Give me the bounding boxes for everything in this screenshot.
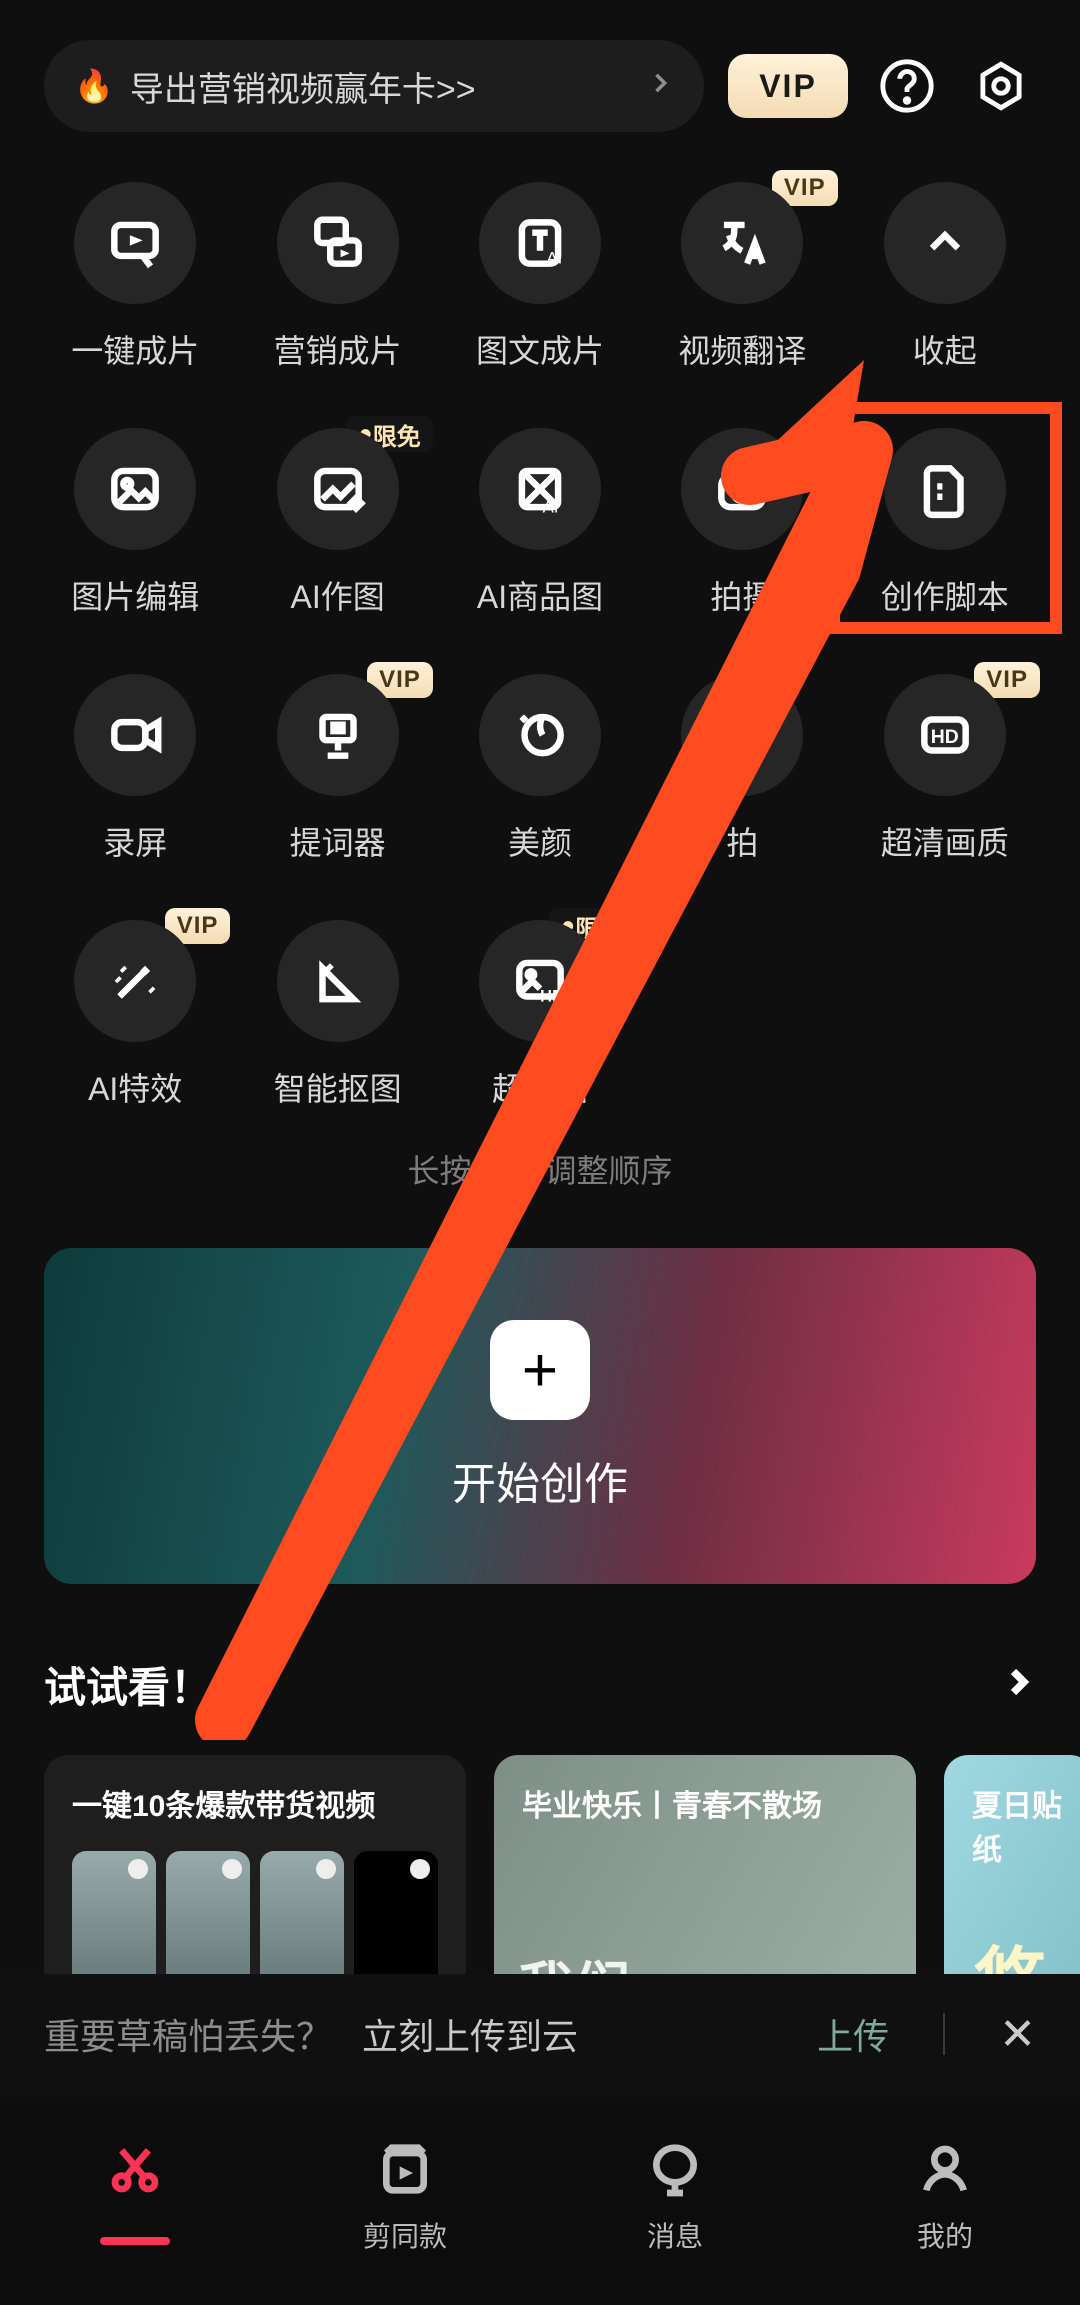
tool-label: 创作脚本 <box>881 572 1009 618</box>
tool-label: 图文成片 <box>476 326 604 372</box>
tool-label: 拍 <box>726 818 758 864</box>
tool-label: 营销成片 <box>274 326 402 372</box>
tool-label: 视频翻译 <box>678 326 806 372</box>
nav-label: 消息 <box>647 2215 703 2255</box>
tool-label: 录屏 <box>103 818 167 864</box>
banner-label: 开始创作 <box>452 1448 628 1512</box>
help-button[interactable] <box>872 51 942 121</box>
tool-shoot[interactable]: 拍摄 <box>641 428 843 618</box>
tool-hd-quality[interactable]: VIP HD 超清画质 <box>844 674 1046 864</box>
tool-teleprompter[interactable]: VIP 提词器 <box>236 674 438 864</box>
tool-label: 图片编辑 <box>71 572 199 618</box>
card-title: 夏日贴纸 <box>972 1781 1066 1869</box>
promo-text: 导出营销视频赢年卡>> <box>130 62 476 111</box>
promo-pill[interactable]: 🔥 导出营销视频赢年卡>> <box>44 40 704 132</box>
vip-badge[interactable]: VIP <box>728 54 848 118</box>
upload-action[interactable]: 上传 <box>817 2008 889 2060</box>
tool-script[interactable]: 创作脚本 <box>844 428 1046 618</box>
tool-label: AI作图 <box>290 572 384 618</box>
tool-label: 美颜 <box>508 818 572 864</box>
divider <box>943 2013 945 2055</box>
chevron-right-icon[interactable] <box>1000 1664 1036 1705</box>
nav-label: 剪同款 <box>363 2215 447 2255</box>
upload-bar: 重要草稿怕丢失？ 立刻上传到云 上传 ✕ <box>0 1974 1080 2094</box>
upload-msg: 重要草稿怕丢失？ <box>44 2008 332 2060</box>
try-title: 试试看！ <box>44 1654 212 1715</box>
tool-label: 智能抠图 <box>274 1064 402 1110</box>
svg-text:AI: AI <box>543 497 559 516</box>
tool-label: AI特效 <box>88 1064 182 1110</box>
tool-screen-record[interactable]: 录屏 <box>34 674 236 864</box>
tool-photo-edit[interactable]: 图片编辑 <box>34 428 236 618</box>
plus-icon: + <box>490 1320 590 1420</box>
upload-link[interactable]: 立刻上传到云 <box>362 2008 578 2060</box>
tool-label: AI商品图 <box>477 572 603 618</box>
card-title: 一键10条爆款带货视频 <box>72 1781 438 1825</box>
tool-label: 拍摄 <box>710 572 774 618</box>
flame-icon: 🔥 <box>74 67 114 105</box>
tool-ai-effects[interactable]: VIP AI特效 <box>34 920 236 1110</box>
tool-label: 收起 <box>913 326 977 372</box>
tool-label: 超清画质 <box>881 818 1009 864</box>
nav-profile[interactable]: 我的 <box>810 2137 1080 2255</box>
tool-smart-cutout[interactable]: 智能抠图 <box>236 920 438 1110</box>
close-icon[interactable]: ✕ <box>999 2009 1036 2060</box>
tool-video-translate[interactable]: VIP 视频翻译 <box>641 182 843 372</box>
bottom-nav: 剪同款 消息 我的 <box>0 2105 1080 2305</box>
tool-collapse[interactable]: 收起 <box>844 182 1046 372</box>
nav-messages[interactable]: 消息 <box>540 2137 810 2255</box>
nav-label: 我的 <box>917 2215 973 2255</box>
reorder-hint: 长按拖动 调整顺序 <box>0 1146 1080 1192</box>
tool-ai-draw[interactable]: ● 限免 AI作图 <box>236 428 438 618</box>
tool-marketing-video[interactable]: 营销成片 <box>236 182 438 372</box>
svg-text:HD: HD <box>931 726 959 748</box>
tool-capture[interactable]: 拍 <box>641 674 843 864</box>
svg-text:HD: HD <box>540 987 564 1006</box>
tool-grid: 一键成片 营销成片 AI 图文成片 VIP 视频翻译 收起 图片编辑 ● 限免 … <box>0 132 1080 1110</box>
card-title: 毕业快乐丨青春不散场 <box>522 1781 888 1825</box>
tool-hd-image[interactable]: ● 限免 HD 超清图 <box>439 920 641 1110</box>
tool-label: 一键成片 <box>71 326 199 372</box>
nav-templates[interactable]: 剪同款 <box>270 2137 540 2255</box>
tool-beauty[interactable]: 美颜 <box>439 674 641 864</box>
start-create-banner[interactable]: + 开始创作 <box>44 1248 1036 1584</box>
thumbnail-row <box>72 1851 438 1991</box>
tool-label: 超清图 <box>492 1064 588 1110</box>
tool-ai-product[interactable]: AI AI商品图 <box>439 428 641 618</box>
chevron-right-icon <box>646 67 674 106</box>
tool-text-to-video[interactable]: AI 图文成片 <box>439 182 641 372</box>
tool-one-click-video[interactable]: 一键成片 <box>34 182 236 372</box>
svg-text:AI: AI <box>546 249 562 268</box>
tool-label: 提词器 <box>290 818 386 864</box>
nav-edit[interactable] <box>0 2137 270 2245</box>
settings-button[interactable] <box>966 51 1036 121</box>
